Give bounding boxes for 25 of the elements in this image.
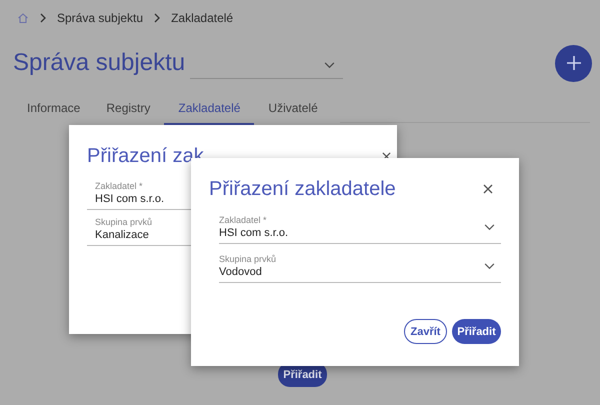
field-value: Kanalizace: [95, 229, 149, 241]
select-field[interactable]: Zakladatel * HSI com s.r.o.: [219, 211, 501, 244]
assign-button[interactable]: Přiřadit: [452, 319, 501, 344]
chevron-icon: [153, 12, 162, 24]
tab[interactable]: Uživatelé: [256, 101, 330, 125]
field-label: Zakladatel *: [95, 181, 143, 191]
close-icon[interactable]: [483, 184, 493, 194]
chevron-down-icon: [324, 62, 335, 69]
field-label: Zakladatel *: [219, 215, 267, 225]
page-title: Správa subjektu: [13, 49, 186, 77]
chevron-icon: [39, 12, 47, 24]
field-label: Skupina prvků: [219, 254, 276, 264]
breadcrumb-item[interactable]: Zakladatelé: [171, 11, 234, 25]
close-button[interactable]: Zavřít: [404, 319, 447, 344]
field-label: Skupina prvků: [95, 217, 152, 227]
field-value: HSI com s.r.o.: [95, 193, 164, 205]
add-button[interactable]: [555, 44, 592, 82]
breadcrumb-item[interactable]: Správa subjektu: [57, 11, 144, 25]
select-field[interactable]: Skupina prvků Vodovod: [219, 250, 501, 283]
tab[interactable]: Informace: [15, 101, 92, 125]
tab[interactable]: Registry: [94, 101, 162, 125]
field-value: Vodovod: [219, 266, 262, 278]
plus-icon: [566, 55, 582, 71]
chevron-down-icon: [484, 224, 495, 230]
chevron-down-icon: [484, 262, 495, 270]
